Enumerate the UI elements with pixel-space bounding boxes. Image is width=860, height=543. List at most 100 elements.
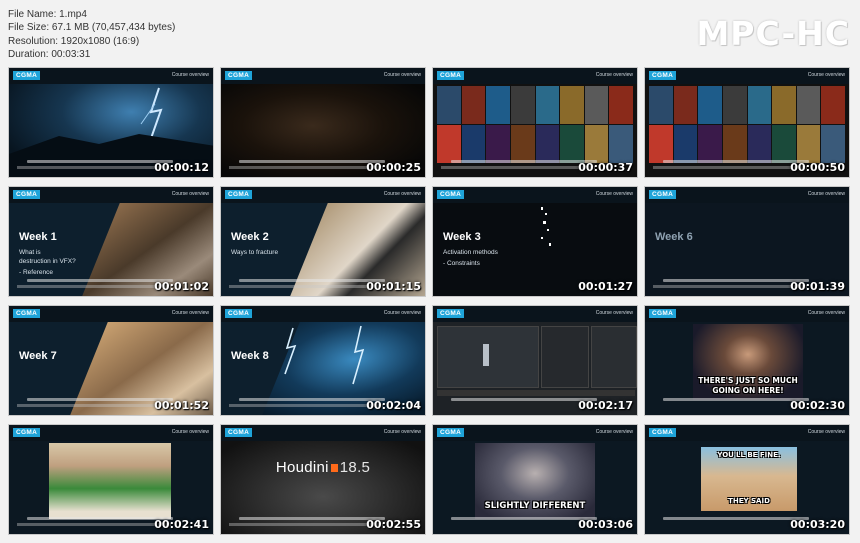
duration-line: Duration: 00:03:31 bbox=[8, 49, 91, 61]
mpc-hc-brand-logo: MPC-HC bbox=[696, 14, 850, 53]
thumb-header-title: Course overview bbox=[171, 72, 209, 78]
timestamp: 00:00:37 bbox=[578, 161, 633, 174]
thumbnail-12[interactable]: CGMA Course overview THERE'S JUST SO MUC… bbox=[644, 305, 850, 416]
thumbnail-5[interactable]: CGMA Course overview Week 1 What is dest… bbox=[8, 186, 214, 297]
thumbnail-10[interactable]: CGMA Course overview Week 8 00:02:04 bbox=[220, 305, 426, 416]
houdini-version: 18.5 bbox=[339, 459, 371, 476]
cgma-logo: CGMA bbox=[649, 190, 677, 199]
houdini-splash-title: Houdini 18.5 bbox=[221, 459, 425, 476]
thumbnail-11[interactable]: CGMA Course overview 00:02:17 bbox=[432, 305, 638, 416]
subtitle-bar-secondary bbox=[229, 404, 383, 407]
thumb-header: CGMA Course overview bbox=[221, 425, 425, 441]
cgma-logo: CGMA bbox=[437, 190, 465, 199]
thumb-header-title: Course overview bbox=[807, 191, 845, 197]
meme-caption: THEY SAID bbox=[728, 497, 770, 505]
week-description: - Constraints bbox=[443, 260, 480, 267]
cgma-logo: CGMA bbox=[13, 190, 41, 199]
thumbnail-6[interactable]: CGMA Course overview Week 2 Ways to frac… bbox=[220, 186, 426, 297]
subtitle-bar-secondary bbox=[441, 166, 595, 169]
meme-image: SLIGHTLY DIFFERENT bbox=[475, 443, 595, 519]
subtitle-bar bbox=[451, 517, 597, 520]
subtitle-bar bbox=[451, 398, 597, 401]
cgma-logo: CGMA bbox=[437, 428, 465, 437]
thumb-header-title: Course overview bbox=[383, 72, 421, 78]
cgma-logo: CGMA bbox=[437, 309, 465, 318]
thumbnail-3[interactable]: CGMA Course overview 00:00:37 bbox=[432, 67, 638, 178]
subtitle-bar bbox=[239, 279, 385, 282]
thumb-header-title: Course overview bbox=[807, 429, 845, 435]
subtitle-bar-secondary bbox=[17, 285, 171, 288]
week-title: Week 3 bbox=[443, 231, 481, 243]
subtitle-bar bbox=[27, 517, 173, 520]
thumbnail-8[interactable]: CGMA Course overview Week 6 00:01:39 bbox=[644, 186, 850, 297]
thumb-header: CGMA Course overview bbox=[221, 306, 425, 322]
week-description: - Reference bbox=[19, 269, 53, 276]
thumb-header-title: Course overview bbox=[171, 310, 209, 316]
subtitle-bar-secondary bbox=[653, 285, 807, 288]
cgma-logo: CGMA bbox=[225, 309, 253, 318]
thumb-header: CGMA Course overview bbox=[9, 306, 213, 322]
movie-poster-grid bbox=[437, 86, 633, 163]
file-size-line: File Size: 67.1 MB (70,457,434 bytes) bbox=[8, 22, 176, 34]
thumb-header-title: Course overview bbox=[383, 310, 421, 316]
week-title: Week 1 bbox=[19, 231, 57, 243]
thumb-header-title: Course overview bbox=[171, 191, 209, 197]
thumb-header: CGMA Course overview bbox=[433, 306, 637, 322]
houdini-logo-icon bbox=[330, 464, 338, 473]
cgma-logo: CGMA bbox=[225, 71, 253, 80]
software-object bbox=[483, 344, 489, 366]
timestamp: 00:00:12 bbox=[154, 161, 209, 174]
thumb-header-title: Course overview bbox=[595, 429, 633, 435]
software-parameter-panel bbox=[591, 326, 637, 388]
subtitle-bar bbox=[663, 160, 809, 163]
timestamp: 00:02:17 bbox=[578, 399, 633, 412]
file-info-panel: File Name: 1.mp4 File Size: 67.1 MB (70,… bbox=[8, 8, 175, 62]
week-description: destruction in VFX? bbox=[19, 258, 76, 265]
thumb-header: CGMA Course overview bbox=[645, 68, 849, 84]
thumb-header-title: Course overview bbox=[595, 72, 633, 78]
thumb-header-title: Course overview bbox=[595, 191, 633, 197]
subtitle-bar bbox=[27, 398, 173, 401]
subtitle-bar bbox=[239, 160, 385, 163]
subtitle-bar-secondary bbox=[653, 166, 807, 169]
subtitle-bar bbox=[27, 160, 173, 163]
thumb-header-title: Course overview bbox=[807, 310, 845, 316]
thumbnail-grid: CGMA Course overview 00:00:12 CGMA Cours… bbox=[8, 67, 852, 537]
week-description: What is bbox=[19, 249, 41, 256]
timestamp: 00:02:30 bbox=[790, 399, 845, 412]
week-title: Week 7 bbox=[19, 350, 57, 362]
meme-image bbox=[49, 443, 171, 519]
thumb-header-title: Course overview bbox=[383, 191, 421, 197]
subtitle-bar-secondary bbox=[17, 404, 171, 407]
thumbnail-7[interactable]: CGMA Course overview Week 3 Activation m… bbox=[432, 186, 638, 297]
thumb-header: CGMA Course overview bbox=[645, 187, 849, 203]
thumb-header-title: Course overview bbox=[171, 429, 209, 435]
subtitle-bar bbox=[239, 398, 385, 401]
subtitle-bar bbox=[27, 279, 173, 282]
thumb-header-title: Course overview bbox=[807, 72, 845, 78]
cgma-logo: CGMA bbox=[649, 309, 677, 318]
thumbnail-2[interactable]: CGMA Course overview 00:00:25 bbox=[220, 67, 426, 178]
thumb-header: CGMA Course overview bbox=[9, 425, 213, 441]
week-title: Week 8 bbox=[231, 350, 269, 362]
thumbnail-4[interactable]: CGMA Course overview 00:00:50 bbox=[644, 67, 850, 178]
subtitle-bar-secondary bbox=[229, 166, 383, 169]
timestamp: 00:02:41 bbox=[154, 518, 209, 531]
software-node-panel bbox=[541, 326, 589, 388]
subtitle-bar bbox=[663, 517, 809, 520]
cgma-logo: CGMA bbox=[225, 190, 253, 199]
subtitle-bar-secondary bbox=[229, 285, 383, 288]
thumbnail-15[interactable]: CGMA Course overview SLIGHTLY DIFFERENT … bbox=[432, 424, 638, 535]
thumbnail-9[interactable]: CGMA Course overview Week 7 00:01:52 bbox=[8, 305, 214, 416]
subtitle-bar bbox=[239, 517, 385, 520]
subtitle-bar bbox=[451, 160, 597, 163]
thumb-header: CGMA Course overview bbox=[645, 306, 849, 322]
meme-caption: SLIGHTLY DIFFERENT bbox=[484, 501, 586, 511]
thumb-header-title: Course overview bbox=[383, 429, 421, 435]
timestamp: 00:01:02 bbox=[154, 280, 209, 293]
thumbnail-16[interactable]: CGMA Course overview YOU'LL BE FINE. THE… bbox=[644, 424, 850, 535]
thumbnail-1[interactable]: CGMA Course overview 00:00:12 bbox=[8, 67, 214, 178]
timestamp: 00:01:27 bbox=[578, 280, 633, 293]
thumbnail-14[interactable]: CGMA Course overview Houdini 18.5 00:02:5… bbox=[220, 424, 426, 535]
thumbnail-13[interactable]: CGMA Course overview 00:02:41 bbox=[8, 424, 214, 535]
